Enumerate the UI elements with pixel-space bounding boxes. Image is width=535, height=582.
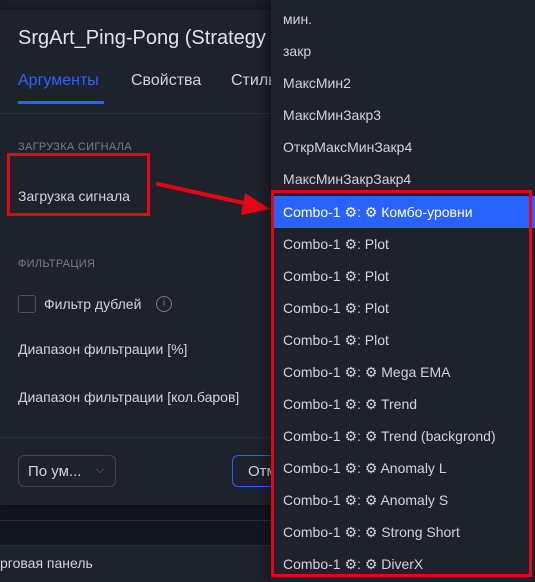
dropdown-option[interactable]: МаксМинЗакр3 xyxy=(271,99,535,131)
defaults-dropdown-value: По ум... xyxy=(28,463,82,480)
active-tab-indicator xyxy=(18,101,104,104)
chevron-down-icon: ⌵ xyxy=(96,464,105,476)
dropdown-option[interactable]: Combo-1 ⚙: ⚙ Trend (backgrond) xyxy=(271,420,535,452)
tabs-divider xyxy=(0,113,290,114)
filter-duplicates-checkbox[interactable] xyxy=(18,295,36,313)
filter-duplicates-label: Фильтр дублей xyxy=(44,296,142,312)
dialog-title: SrgArt_Ping-Pong (Strategy xyxy=(18,27,266,49)
dropdown-option[interactable]: МаксМин2 xyxy=(271,67,535,99)
dropdown-option[interactable]: Combo-1 ⚙: Plot xyxy=(271,324,535,356)
tab-style[interactable]: Стиль xyxy=(231,72,277,90)
dropdown-option[interactable]: Combo-1 ⚙: Plot xyxy=(271,228,535,260)
annotation-arrow xyxy=(156,182,270,215)
indicator-settings-dialog: SrgArt_Ping-Pong (Strategy Аргументы Сво… xyxy=(0,10,292,505)
dropdown-option[interactable]: МаксМинЗакрЗакр4 xyxy=(271,163,535,195)
section-header-signal: ЗАГРУЗКА СИГНАЛА xyxy=(18,141,132,153)
defaults-dropdown[interactable]: По ум... ⌵ xyxy=(18,455,116,487)
dropdown-option[interactable]: Combo-1 ⚙: ⚙ Anomaly S xyxy=(271,484,535,516)
dropdown-option[interactable]: Combo-1 ⚙: ⚙ DiverX xyxy=(271,548,535,580)
trading-panel-tab[interactable]: рговая панель xyxy=(0,555,93,571)
footer-divider xyxy=(0,437,290,438)
dropdown-option[interactable]: Combo-1 ⚙: ⚙ Anomaly L xyxy=(271,452,535,484)
dropdown-option-selected[interactable]: Combo-1 ⚙: ⚙ Комбо-уровни xyxy=(271,196,535,228)
filter-range-bars-label: Диапазон фильтрации [кол.баров] xyxy=(18,389,240,405)
dropdown-option[interactable]: Combo-1 ⚙: ⚙ Mega EMA xyxy=(271,356,535,388)
dropdown-option[interactable]: Combo-1 ⚙: ⚙ Trend xyxy=(271,388,535,420)
dropdown-option[interactable]: Combo-1 ⚙: ⚙ Strong Short xyxy=(271,516,535,548)
filter-range-percent-label: Диапазон фильтрации [%] xyxy=(18,341,188,357)
info-icon[interactable]: i xyxy=(156,296,172,312)
dropdown-option[interactable]: Combo-1 ⚙: Plot xyxy=(271,292,535,324)
tab-properties[interactable]: Свойства xyxy=(131,72,201,90)
dropdown-option[interactable]: мин. xyxy=(271,3,535,35)
dropdown-option[interactable]: Combo-1 ⚙: Plot xyxy=(271,260,535,292)
section-header-filter: ФИЛЬТРАЦИЯ xyxy=(18,258,96,270)
dropdown-option[interactable]: ОткрМаксМинЗакр4 xyxy=(271,131,535,163)
tab-arguments[interactable]: Аргументы xyxy=(18,72,99,90)
dropdown-option[interactable]: закр xyxy=(271,35,535,67)
signal-source-dropdown-list[interactable]: мин. закр МаксМин2 МаксМинЗакр3 ОткрМакс… xyxy=(271,0,535,581)
annotation-highlight-signal-label xyxy=(7,153,150,216)
